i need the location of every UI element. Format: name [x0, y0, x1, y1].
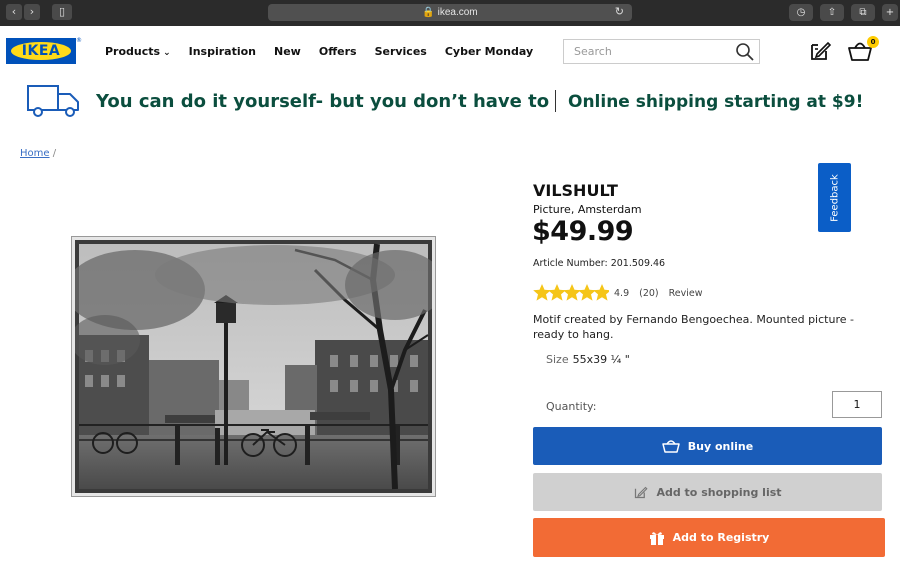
promo-text-right: Online shipping starting at $9!: [568, 92, 864, 112]
rating-value: 4.9: [614, 288, 630, 299]
forward-button[interactable]: ›: [24, 4, 40, 20]
gift-icon: [649, 531, 664, 545]
sidebar-toggle-icon[interactable]: ▯: [52, 4, 72, 20]
address-bar[interactable]: 🔒 ikea.com ↻: [268, 4, 632, 21]
star-icons: [533, 284, 609, 301]
nav-offers[interactable]: Offers: [319, 45, 357, 58]
amsterdam-picture: [75, 240, 432, 493]
new-tab-button[interactable]: +: [882, 4, 898, 21]
search-icon[interactable]: [735, 42, 755, 62]
browser-toolbar: ‹ › ▯ 🔒 ikea.com ↻ ◷ ⇧ ⧉ +: [0, 0, 900, 26]
search-input[interactable]: Search: [563, 39, 760, 64]
tabs-icon[interactable]: ⧉: [851, 4, 875, 21]
shopping-list-icon: [635, 486, 648, 498]
promo-text-left: You can do it yourself- but you don’t ha…: [96, 91, 550, 112]
basket-icon: [662, 440, 680, 453]
truck-icon: [27, 85, 79, 117]
buy-online-label: Buy online: [687, 439, 754, 453]
breadcrumb-home[interactable]: Home: [20, 148, 50, 159]
buy-online-button[interactable]: Buy online: [533, 427, 882, 465]
product-name: VILSHULT: [533, 181, 618, 200]
review-count: (20): [639, 288, 659, 299]
add-to-list-label: Add to shopping list: [656, 485, 782, 499]
rating-stars[interactable]: [533, 283, 609, 303]
share-icon[interactable]: ⇧: [820, 4, 844, 21]
quantity-input[interactable]: 1: [832, 391, 882, 418]
product-size: Size 55x39 ¼ ": [546, 353, 630, 366]
quantity-label: Quantity:: [546, 400, 597, 413]
add-to-shopping-list-button[interactable]: Add to shopping list: [533, 473, 882, 511]
main-nav: Products ⌄ Inspiration New Offers Service…: [105, 45, 533, 58]
ikea-logo[interactable]: IKEA ®: [6, 37, 82, 64]
promo-divider: [555, 90, 556, 112]
reload-icon[interactable]: ↻: [615, 4, 624, 21]
rating-summary: 4.9 (20) Review: [614, 288, 703, 299]
add-to-registry-button[interactable]: Add to Registry: [533, 518, 885, 557]
nav-services[interactable]: Services: [375, 45, 427, 58]
product-image[interactable]: [71, 236, 436, 497]
search-placeholder: Search: [574, 45, 612, 58]
logo-text: IKEA: [21, 43, 61, 59]
size-value: 55x39 ¼ ": [572, 353, 630, 366]
nav-inspiration[interactable]: Inspiration: [189, 45, 256, 58]
review-link[interactable]: Review: [669, 288, 703, 299]
breadcrumb: Home /: [20, 148, 56, 159]
history-icon[interactable]: ◷: [789, 4, 813, 21]
article-number: Article Number: 201.509.46: [533, 258, 666, 269]
lock-icon: 🔒: [422, 7, 435, 18]
nav-products[interactable]: Products ⌄: [105, 45, 171, 58]
star-icon: [578, 284, 596, 301]
product-subtitle: Picture, Amsterdam: [533, 203, 642, 216]
product-price: $49.99: [532, 216, 634, 247]
feedback-tab[interactable]: Feedback: [818, 163, 851, 232]
chevron-down-icon: ⌄: [163, 48, 171, 58]
shopping-list-icon[interactable]: [808, 39, 832, 63]
url-text: ikea.com: [437, 7, 478, 18]
add-to-registry-label: Add to Registry: [672, 531, 770, 544]
product-description: Motif created by Fernando Bengoechea. Mo…: [533, 313, 854, 341]
star-icon: [563, 284, 581, 301]
nav-cyber-monday[interactable]: Cyber Monday: [445, 45, 533, 58]
cart-count-badge: 0: [867, 36, 879, 48]
breadcrumb-separator: /: [52, 148, 57, 159]
star-icon: [548, 284, 566, 301]
back-button[interactable]: ‹: [6, 4, 22, 20]
nav-new[interactable]: New: [274, 45, 301, 58]
star-icon: [593, 284, 609, 301]
feedback-label: Feedback: [829, 173, 840, 222]
star-icon: [533, 284, 551, 301]
